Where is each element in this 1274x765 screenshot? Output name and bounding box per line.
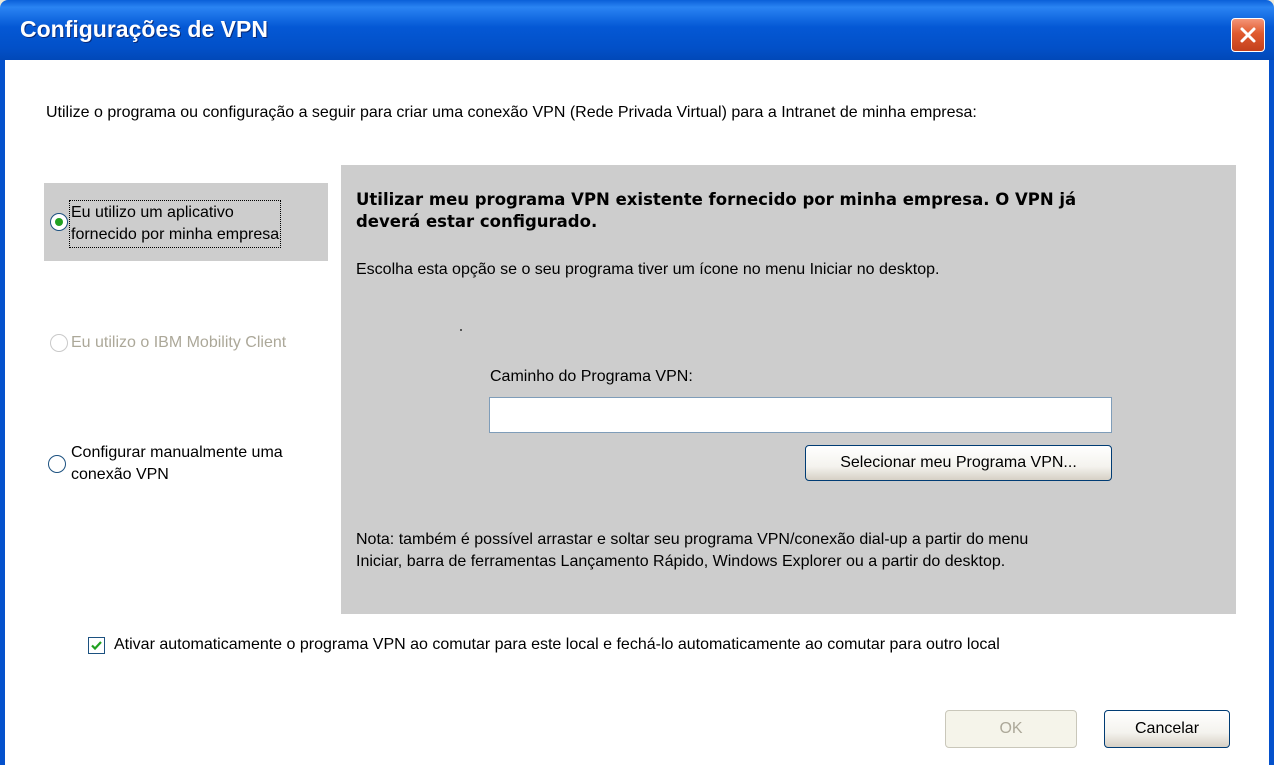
radio-company-app[interactable] (50, 213, 68, 231)
radio-manual-config[interactable] (48, 455, 66, 473)
option-company-app-line1: Eu utilizo um aplicativo (71, 204, 234, 221)
stray-dot (460, 329, 462, 331)
panel-note-line2: Iniciar, barra de ferramentas Lançamento… (356, 553, 1006, 570)
option-company-app-label[interactable]: Eu utilizo um aplicativo fornecido por m… (68, 200, 282, 248)
panel-note: Nota: também é possível arrastar e solta… (356, 529, 1216, 573)
window-title: Configurações de VPN (20, 16, 268, 42)
panel-description: Escolha esta opção se o seu programa tiv… (356, 261, 940, 278)
option-manual-config-line1: Configurar manualmente uma (71, 444, 283, 461)
panel-note-line1: Nota: também é possível arrastar e solta… (356, 531, 1029, 548)
option-manual-config-label[interactable]: Configurar manualmente uma conexão VPN (71, 442, 283, 486)
vpn-path-label: Caminho do Programa VPN: (490, 368, 693, 385)
ok-button[interactable]: OK (945, 710, 1077, 748)
radio-ibm-mobility (50, 334, 68, 352)
title-bar[interactable]: Configurações de VPN (0, 0, 1274, 60)
option-ibm-mobility-label: Eu utilizo o IBM Mobility Client (71, 332, 286, 354)
auto-activate-checkbox[interactable] (88, 637, 105, 654)
window-border-right (1269, 60, 1274, 765)
close-icon (1240, 27, 1256, 43)
panel-heading-line2: deverá estar configurado. (356, 212, 598, 231)
close-button[interactable] (1231, 18, 1265, 52)
intro-text: Utilize o programa ou configuração a seg… (46, 104, 977, 121)
vpn-settings-dialog: Configurações de VPN Utilize o programa … (0, 0, 1274, 765)
select-vpn-program-button[interactable]: Selecionar meu Programa VPN... (805, 445, 1112, 481)
panel-heading-line1: Utilizar meu programa VPN existente forn… (356, 190, 1077, 209)
auto-activate-label[interactable]: Ativar automaticamente o programa VPN ao… (114, 636, 1000, 654)
cancel-button[interactable]: Cancelar (1104, 710, 1230, 748)
option-ibm-mobility-line1: Eu utilizo o IBM Mobility Client (71, 334, 287, 351)
option-company-app-line2: fornecido por minha empresa (71, 226, 280, 243)
checkmark-icon (91, 641, 102, 651)
option-manual-config-line2: conexão VPN (71, 466, 169, 483)
panel-heading: Utilizar meu programa VPN existente forn… (356, 189, 1176, 233)
vpn-path-input[interactable] (489, 397, 1112, 433)
